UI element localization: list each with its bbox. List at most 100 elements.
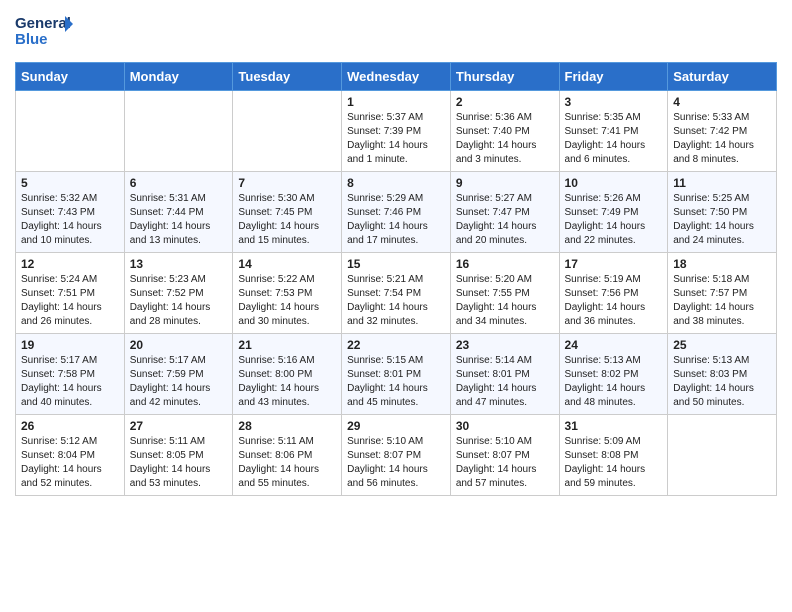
- day-number: 2: [456, 95, 554, 109]
- day-info: Sunrise: 5:10 AM Sunset: 8:07 PM Dayligh…: [347, 435, 445, 491]
- day-info: Sunrise: 5:15 AM Sunset: 8:01 PM Dayligh…: [347, 354, 445, 410]
- day-info: Sunrise: 5:33 AM Sunset: 7:42 PM Dayligh…: [673, 111, 771, 167]
- day-number: 21: [238, 338, 336, 352]
- day-number: 10: [565, 176, 663, 190]
- calendar-day-cell: 12 Sunrise: 5:24 AM Sunset: 7:51 PM Dayli…: [16, 253, 125, 334]
- day-info: Sunrise: 5:11 AM Sunset: 8:05 PM Dayligh…: [130, 435, 228, 491]
- calendar-day-cell: 8 Sunrise: 5:29 AM Sunset: 7:46 PM Daylig…: [342, 172, 451, 253]
- calendar-day-cell: 2Sunrise: 5:36 AM Sunset: 7:40 PM Daylig…: [450, 91, 559, 172]
- day-info: Sunrise: 5:17 AM Sunset: 7:58 PM Dayligh…: [21, 354, 119, 410]
- svg-text:General: General: [15, 15, 71, 32]
- day-info: Sunrise: 5:24 AM Sunset: 7:51 PM Dayligh…: [21, 273, 119, 329]
- calendar-day-cell: 7Sunrise: 5:30 AM Sunset: 7:45 PM Daylig…: [233, 172, 342, 253]
- day-number: 25: [673, 338, 771, 352]
- calendar-day-cell: 21 Sunrise: 5:16 AM Sunset: 8:00 PM Dayli…: [233, 334, 342, 415]
- day-header-wednesday: Wednesday: [342, 63, 451, 91]
- calendar-day-cell: 25 Sunrise: 5:13 AM Sunset: 8:03 PM Dayli…: [668, 334, 777, 415]
- day-number: 24: [565, 338, 663, 352]
- calendar-day-cell: 5 Sunrise: 5:32 AM Sunset: 7:43 PM Daylig…: [16, 172, 125, 253]
- calendar-week-row: 19 Sunrise: 5:17 AM Sunset: 7:58 PM Dayli…: [16, 334, 777, 415]
- empty-day-cell: [16, 91, 125, 172]
- day-info: Sunrise: 5:31 AM Sunset: 7:44 PM Dayligh…: [130, 192, 228, 248]
- day-info: Sunrise: 5:37 AM Sunset: 7:39 PM Dayligh…: [347, 111, 445, 167]
- day-number: 16: [456, 257, 554, 271]
- day-info: Sunrise: 5:20 AM Sunset: 7:55 PM Dayligh…: [456, 273, 554, 329]
- calendar-day-cell: 18Sunrise: 5:18 AM Sunset: 7:57 PM Dayli…: [668, 253, 777, 334]
- day-number: 29: [347, 419, 445, 433]
- day-info: Sunrise: 5:10 AM Sunset: 8:07 PM Dayligh…: [456, 435, 554, 491]
- calendar-day-cell: 16 Sunrise: 5:20 AM Sunset: 7:55 PM Dayli…: [450, 253, 559, 334]
- day-info: Sunrise: 5:19 AM Sunset: 7:56 PM Dayligh…: [565, 273, 663, 329]
- day-number: 30: [456, 419, 554, 433]
- day-number: 11: [673, 176, 771, 190]
- calendar-week-row: 5 Sunrise: 5:32 AM Sunset: 7:43 PM Daylig…: [16, 172, 777, 253]
- day-info: Sunrise: 5:21 AM Sunset: 7:54 PM Dayligh…: [347, 273, 445, 329]
- calendar-day-cell: 4 Sunrise: 5:33 AM Sunset: 7:42 PM Daylig…: [668, 91, 777, 172]
- day-number: 12: [21, 257, 119, 271]
- day-header-sunday: Sunday: [16, 63, 125, 91]
- day-number: 18: [673, 257, 771, 271]
- empty-day-cell: [233, 91, 342, 172]
- day-number: 5: [21, 176, 119, 190]
- day-header-saturday: Saturday: [668, 63, 777, 91]
- day-number: 3: [565, 95, 663, 109]
- day-info: Sunrise: 5:27 AM Sunset: 7:47 PM Dayligh…: [456, 192, 554, 248]
- calendar-day-cell: 15 Sunrise: 5:21 AM Sunset: 7:54 PM Dayli…: [342, 253, 451, 334]
- empty-day-cell: [668, 415, 777, 496]
- calendar-header-row: SundayMondayTuesdayWednesdayThursdayFrid…: [16, 63, 777, 91]
- calendar-day-cell: 6Sunrise: 5:31 AM Sunset: 7:44 PM Daylig…: [124, 172, 233, 253]
- day-info: Sunrise: 5:14 AM Sunset: 8:01 PM Dayligh…: [456, 354, 554, 410]
- day-number: 15: [347, 257, 445, 271]
- calendar-day-cell: 13 Sunrise: 5:23 AM Sunset: 7:52 PM Dayli…: [124, 253, 233, 334]
- day-number: 14: [238, 257, 336, 271]
- header: General Blue: [15, 10, 777, 54]
- calendar-week-row: 1 Sunrise: 5:37 AM Sunset: 7:39 PM Daylig…: [16, 91, 777, 172]
- calendar-day-cell: 19 Sunrise: 5:17 AM Sunset: 7:58 PM Dayli…: [16, 334, 125, 415]
- calendar-day-cell: 20Sunrise: 5:17 AM Sunset: 7:59 PM Dayli…: [124, 334, 233, 415]
- calendar-day-cell: 9 Sunrise: 5:27 AM Sunset: 7:47 PM Daylig…: [450, 172, 559, 253]
- calendar-day-cell: 22 Sunrise: 5:15 AM Sunset: 8:01 PM Dayli…: [342, 334, 451, 415]
- day-number: 31: [565, 419, 663, 433]
- calendar-day-cell: 1 Sunrise: 5:37 AM Sunset: 7:39 PM Daylig…: [342, 91, 451, 172]
- calendar-day-cell: 23 Sunrise: 5:14 AM Sunset: 8:01 PM Dayli…: [450, 334, 559, 415]
- calendar-day-cell: 27 Sunrise: 5:11 AM Sunset: 8:05 PM Dayli…: [124, 415, 233, 496]
- day-info: Sunrise: 5:29 AM Sunset: 7:46 PM Dayligh…: [347, 192, 445, 248]
- day-number: 26: [21, 419, 119, 433]
- day-number: 22: [347, 338, 445, 352]
- day-number: 8: [347, 176, 445, 190]
- calendar-week-row: 12 Sunrise: 5:24 AM Sunset: 7:51 PM Dayli…: [16, 253, 777, 334]
- day-number: 13: [130, 257, 228, 271]
- day-info: Sunrise: 5:35 AM Sunset: 7:41 PM Dayligh…: [565, 111, 663, 167]
- logo: General Blue: [15, 10, 75, 54]
- calendar-day-cell: 30 Sunrise: 5:10 AM Sunset: 8:07 PM Dayli…: [450, 415, 559, 496]
- day-info: Sunrise: 5:25 AM Sunset: 7:50 PM Dayligh…: [673, 192, 771, 248]
- day-number: 1: [347, 95, 445, 109]
- day-info: Sunrise: 5:13 AM Sunset: 8:02 PM Dayligh…: [565, 354, 663, 410]
- day-info: Sunrise: 5:16 AM Sunset: 8:00 PM Dayligh…: [238, 354, 336, 410]
- calendar-day-cell: 29 Sunrise: 5:10 AM Sunset: 8:07 PM Dayli…: [342, 415, 451, 496]
- day-info: Sunrise: 5:26 AM Sunset: 7:49 PM Dayligh…: [565, 192, 663, 248]
- calendar-week-row: 26 Sunrise: 5:12 AM Sunset: 8:04 PM Dayli…: [16, 415, 777, 496]
- day-number: 28: [238, 419, 336, 433]
- day-number: 4: [673, 95, 771, 109]
- day-header-tuesday: Tuesday: [233, 63, 342, 91]
- day-number: 27: [130, 419, 228, 433]
- logo-svg: General Blue: [15, 10, 75, 54]
- day-info: Sunrise: 5:11 AM Sunset: 8:06 PM Dayligh…: [238, 435, 336, 491]
- day-number: 9: [456, 176, 554, 190]
- calendar-day-cell: 31 Sunrise: 5:09 AM Sunset: 8:08 PM Dayli…: [559, 415, 668, 496]
- day-info: Sunrise: 5:13 AM Sunset: 8:03 PM Dayligh…: [673, 354, 771, 410]
- day-number: 19: [21, 338, 119, 352]
- day-info: Sunrise: 5:12 AM Sunset: 8:04 PM Dayligh…: [21, 435, 119, 491]
- day-info: Sunrise: 5:09 AM Sunset: 8:08 PM Dayligh…: [565, 435, 663, 491]
- day-header-friday: Friday: [559, 63, 668, 91]
- calendar-day-cell: 10 Sunrise: 5:26 AM Sunset: 7:49 PM Dayli…: [559, 172, 668, 253]
- calendar-day-cell: 17 Sunrise: 5:19 AM Sunset: 7:56 PM Dayli…: [559, 253, 668, 334]
- svg-text:Blue: Blue: [15, 31, 48, 48]
- calendar-day-cell: 11 Sunrise: 5:25 AM Sunset: 7:50 PM Dayli…: [668, 172, 777, 253]
- day-number: 23: [456, 338, 554, 352]
- day-info: Sunrise: 5:23 AM Sunset: 7:52 PM Dayligh…: [130, 273, 228, 329]
- day-number: 17: [565, 257, 663, 271]
- day-info: Sunrise: 5:32 AM Sunset: 7:43 PM Dayligh…: [21, 192, 119, 248]
- calendar-day-cell: 3 Sunrise: 5:35 AM Sunset: 7:41 PM Daylig…: [559, 91, 668, 172]
